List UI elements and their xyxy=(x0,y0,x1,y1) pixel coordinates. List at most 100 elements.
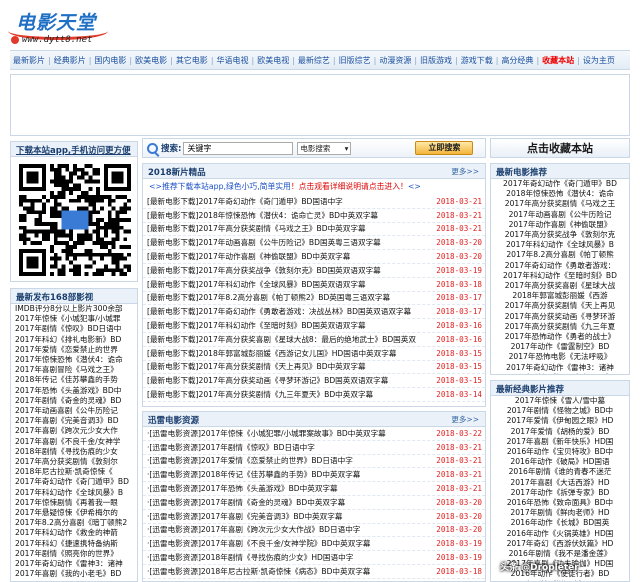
search-button[interactable]: 立即搜索 xyxy=(415,141,474,155)
list-item[interactable]: 2017年悬疑惊悚《伊希梅尔的 xyxy=(11,508,137,518)
list-item[interactable]: 2018年惊悚恐怖《潜伏4：诡命 xyxy=(491,189,629,199)
list-item[interactable]: 2017年喜剧《完美音调3》BD xyxy=(11,416,137,426)
list-item[interactable]: 2018年传记《佳苏攀鑫的手势 xyxy=(11,375,137,385)
nav-item[interactable]: 经典影片 xyxy=(51,55,89,66)
list-item[interactable]: 2017年剧情《惊叹》BD日语中 xyxy=(11,324,137,334)
nav-item[interactable]: 欧美电视 xyxy=(254,55,292,66)
nav-item-home[interactable]: 设为主页 xyxy=(580,55,618,66)
list-item[interactable]: 2017年科幻动作《全球风暴》B xyxy=(491,240,629,250)
list-item[interactable]: 2016年剧情《谁的青春不迷茫 xyxy=(491,467,629,477)
app-panel-title[interactable]: 下载本站app,手机访问更方便 xyxy=(11,142,137,157)
movie-title-link[interactable]: [最新电影下载]2017年高分获奖剧情《马戏之王》BD中英双字幕 xyxy=(147,223,429,234)
list-item[interactable]: 2017年高分获奖剧情《天上再见 xyxy=(491,301,629,311)
list-item[interactable]: 2017年动画喜剧《公牛历险记 xyxy=(11,406,137,416)
list-item[interactable]: 2017年惊悚《小城犯事/小城罪 xyxy=(11,314,137,324)
movie-title-link[interactable]: [最新电影下载]2017年8.2高分喜剧《帕丁顿熊2》BD英国粤三语双字幕 xyxy=(147,292,429,303)
nav-item[interactable]: 最新影片 xyxy=(10,55,48,66)
list-item[interactable]: 2017年科幻动作《全球风暴》B xyxy=(11,488,137,498)
list-item[interactable]: IMDB评分8分以上影片300余部 xyxy=(11,304,137,314)
movie-title-link[interactable]: ·[迅雷电影资源]2017年剧情《惊叹》BD日语中字 xyxy=(147,442,429,453)
movie-title-link[interactable]: ·[迅雷电影资源]2018年剧情《寻找伤痕的少女》HD国语中字 xyxy=(147,552,429,563)
list-item[interactable]: 2017年动作《拆弹专家》BD xyxy=(491,488,629,498)
list-item[interactable]: 2017年高分获奖剧情《九三年夏 xyxy=(491,322,629,332)
list-item[interactable]: 2017年奇幻动作《雷神3：诸神 xyxy=(491,363,629,373)
list-item[interactable]: 2016年动作《宝贝特攻》BD中 xyxy=(491,447,629,457)
list-item[interactable]: 2018年尼古拉斯·凯奇惊悚《 xyxy=(11,467,137,477)
list-item[interactable]: 2017年科幻动作《至暗时刻》BD xyxy=(491,271,629,281)
list-item[interactable]: 2017年喜剧《跨次元少女大作 xyxy=(11,426,137,436)
list-item[interactable]: 2017年剧情《怪物之城》BD中 xyxy=(491,406,629,416)
list-item[interactable]: 2016年剧情《我不是潘金莲》 xyxy=(491,549,629,559)
movie-title-link[interactable]: [最新电影下载]2017年高分获奖动画《寻梦环游记》BD国英双语双字幕 xyxy=(147,375,429,386)
list-item[interactable]: 2017年高分获奖喜剧《星球大战 xyxy=(491,281,629,291)
movie-title-link[interactable]: ·[迅雷电影资源]2017年喜剧《完美音调3》BD中英双字幕 xyxy=(147,511,429,522)
list-item[interactable]: 2017年科幻《捷速携特备纳斯 xyxy=(11,539,137,549)
collect-site-button[interactable]: 点击收藏本站 xyxy=(490,138,630,158)
list-item[interactable]: 2017年惊悚剧情《再着我一眼 xyxy=(11,498,137,508)
list-item[interactable]: 2017年恐怖《头盖游戏》BD中 xyxy=(11,386,137,396)
movie-title-link[interactable]: ·[迅雷电影资源]2017年剧情《奇金的灵魂》BD中英双字幕 xyxy=(147,497,429,508)
list-item[interactable]: 2017年奇幻动作《奇门遁甲》BD xyxy=(491,179,629,189)
list-item[interactable]: 2017年高分获奖战争《敦刻尔克 xyxy=(491,230,629,240)
movie-title-link[interactable]: ·[迅雷电影资源]2017年恐怖《头盖游戏》BD中英双字幕 xyxy=(147,483,429,494)
list-item[interactable]: 2016年动作《火锅英雄》HD国 xyxy=(491,529,629,539)
nav-item[interactable]: 旧版综艺 xyxy=(336,55,374,66)
site-logo[interactable]: 电影天堂 www.dytt8.net xyxy=(8,8,120,48)
list-item[interactable]: 2017年剧情《鲜肉老师》HD xyxy=(491,508,629,518)
list-item[interactable]: 2017年喜剧《大话西游》HD xyxy=(491,478,629,488)
movie-title-link[interactable]: [最新电影下载]2017年高分获奖剧情《九三年夏天》BD中英双字幕 xyxy=(147,389,429,400)
more-link[interactable]: 更多>> xyxy=(451,414,479,425)
list-item[interactable]: 2016年恐怖《致命面具》BD中 xyxy=(491,498,629,508)
list-item[interactable]: 2017年高分获奖剧情《马戏之王 xyxy=(491,199,629,209)
nav-item[interactable]: 国内电影 xyxy=(91,55,129,66)
movie-title-link[interactable]: ·[迅雷电影资源]2017年喜剧《不良千金/女神学院》BD中英双字幕 xyxy=(147,538,429,549)
list-item[interactable]: 2018年剧情《寻找伤痕的少女 xyxy=(11,447,137,457)
movie-title-link[interactable]: [最新电影下载]2017年高分获奖剧情《天上再见》BD中英双字幕 xyxy=(147,361,429,372)
list-item[interactable]: 2016年动作《长城》BD国英 xyxy=(491,518,629,528)
list-item[interactable]: 2017年剧情《奇金的灵魂》BD xyxy=(11,396,137,406)
list-item[interactable]: 2017年8.2高分喜剧《暗丁顿熊2 xyxy=(11,518,137,528)
nav-item[interactable]: 动漫资源 xyxy=(376,55,414,66)
list-item[interactable]: 2017年喜剧《不良千金/女神学 xyxy=(11,437,137,447)
movie-title-link[interactable]: ·[迅雷电影资源]2017年惊悚《小城犯罪/小城罪案故事》BD中英双字幕 xyxy=(147,428,429,439)
movie-title-link[interactable]: ·[迅雷电影资源]2018年传记《佳苏攀鑫的手势》BD中英双字幕 xyxy=(147,469,429,480)
search-input[interactable] xyxy=(183,141,294,155)
movie-title-link[interactable]: [最新电影下载]2018年惊悚恐怖《潜伏4：诡命亡灵》BD中英双字幕 xyxy=(147,210,429,221)
list-item[interactable]: 2017年喜剧《新年快乐》HD国 xyxy=(491,437,629,447)
list-item[interactable]: 2017年高分获奖动画《寻梦环游 xyxy=(491,312,629,322)
nav-item[interactable]: 旧版游戏 xyxy=(417,55,455,66)
list-item[interactable]: 2017年奇幻动作《勇敢者游戏： xyxy=(491,261,629,271)
movie-title-link[interactable]: [最新电影下载]2017年奇幻动作《勇敢者游戏：决战丛林》BD国英双语双字幕 xyxy=(147,306,429,317)
list-item[interactable]: 2017年爱情《恋爱禁止的世界 xyxy=(11,345,137,355)
movie-title-link[interactable]: ·[迅雷电影资源]2017年爱情《恋爱禁止的世界》BD日语中字 xyxy=(147,455,429,466)
nav-item[interactable]: 欧美电影 xyxy=(132,55,170,66)
list-item[interactable]: 2017年动画喜剧《公牛历险记 xyxy=(491,210,629,220)
list-item[interactable]: 2017年惊悚《雪人/雪中墓 xyxy=(491,396,629,406)
list-item[interactable]: 2017年高分获奖剧情《敦刻尔 xyxy=(11,457,137,467)
list-item[interactable]: 2017年科幻《银翼杀手2049》 xyxy=(491,373,629,374)
search-type-select[interactable]: 电影搜索 ▾ xyxy=(297,141,352,155)
list-item[interactable]: 2017年奇幻动作《奇门遁甲》BD xyxy=(11,477,137,487)
list-item[interactable]: 2018年郭富城彭丽媛《西游 xyxy=(491,291,629,301)
list-item[interactable]: 2017年科幻《排礼电影新》BD xyxy=(11,335,137,345)
nav-item[interactable]: 华语电视 xyxy=(214,55,252,66)
nav-item[interactable]: 其它电影 xyxy=(173,55,211,66)
movie-title-link[interactable]: [最新电影下载]2017年高分获奖战争《敦刻尔克》BD国英双语双字幕 xyxy=(147,265,429,276)
movie-title-link[interactable]: ·[迅雷电影资源]2018年尼古拉斯·凯奇惊悚《病态》BD中英双字幕 xyxy=(147,566,429,577)
movie-title-link[interactable]: ·[迅雷电影资源]2017年喜剧《跨次元少女大作战》BD日语中字 xyxy=(147,524,429,535)
app-promo-link[interactable]: <>推荐下载本站app,绿色小巧,简单实用！点击观看详细说明请点击进入！<> xyxy=(143,179,485,195)
movie-title-link[interactable]: [最新电影下载]2017年动作喜剧《神偷联盟》BD中英双字幕 xyxy=(147,251,429,262)
list-item[interactable]: 2016年动作《破局》HD国语 xyxy=(491,457,629,467)
list-item[interactable]: 2017年爱情《胡杨的爱》BD xyxy=(491,427,629,437)
movie-title-link[interactable]: [最新电影下载]2017年奇幻动作《奇门遁甲》BD国语中字 xyxy=(147,196,429,207)
list-item[interactable]: 2017年剧情《照亮你的世界》 xyxy=(11,549,137,559)
list-item[interactable]: 2017年喜剧《我的小老毛》BD xyxy=(11,569,137,579)
list-item[interactable]: 2017年动作《雷霆制空》BD xyxy=(491,342,629,352)
movie-title-link[interactable]: [最新电影下载]2017年高分获奖喜剧《星球大战8：最后的绝地武士》BD国英双 xyxy=(147,334,429,345)
list-item[interactable]: 2017年喜剧冒险《马戏之王》 xyxy=(11,365,137,375)
more-link[interactable]: 更多>> xyxy=(451,166,479,177)
list-item[interactable]: 2017年奇幻动作《雷神3：诸神 xyxy=(11,559,137,569)
nav-item[interactable]: 高分经典 xyxy=(498,55,536,66)
list-item[interactable]: 2017年8.2高分喜剧《帕丁顿熊 xyxy=(491,250,629,260)
list-item[interactable]: 2017年动作喜剧《神偷联盟》 xyxy=(491,220,629,230)
